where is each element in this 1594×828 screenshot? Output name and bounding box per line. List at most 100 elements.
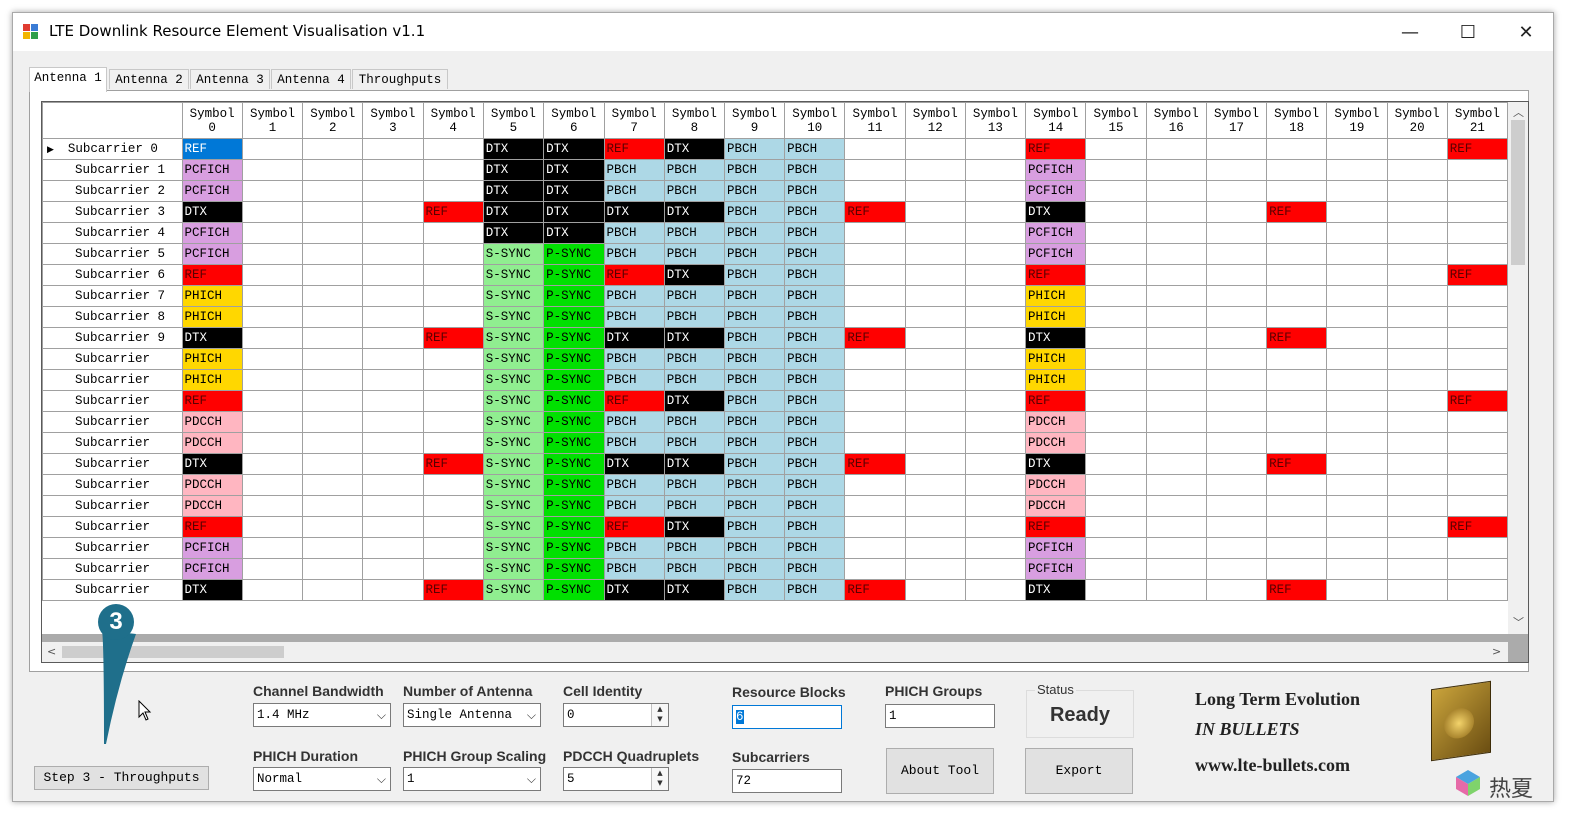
resource-element-cell[interactable]: PBCH — [663, 558, 725, 580]
resource-element-cell[interactable]: PBCH — [723, 474, 786, 496]
resource-element-cell[interactable]: DTX — [543, 201, 605, 223]
resource-element-cell[interactable]: PBCH — [784, 558, 846, 580]
resource-element-cell[interactable]: PBCH — [663, 495, 725, 517]
resource-element-cell[interactable] — [964, 264, 1027, 286]
resource-element-cell[interactable] — [1085, 369, 1147, 391]
resource-element-cell[interactable] — [844, 159, 906, 181]
resource-element-cell[interactable] — [1266, 390, 1328, 412]
resource-element-cell[interactable] — [1085, 390, 1147, 412]
resource-element-cell[interactable]: DTX — [1025, 579, 1087, 601]
resource-element-cell[interactable] — [1326, 432, 1388, 454]
resource-element-cell[interactable]: PDCCH — [181, 474, 243, 496]
resource-element-cell[interactable] — [1205, 285, 1268, 307]
resource-element-cell[interactable] — [1326, 411, 1388, 433]
resource-element-cell[interactable]: REF — [181, 390, 243, 412]
symbol-column-header[interactable]: Symbol 16 — [1145, 102, 1207, 139]
resource-element-cell[interactable] — [1446, 327, 1508, 349]
resource-element-cell[interactable]: DTX — [663, 327, 725, 349]
resource-element-cell[interactable] — [1326, 348, 1388, 370]
resource-element-cell[interactable]: P-SYNC — [543, 411, 605, 433]
resource-element-cell[interactable] — [422, 285, 484, 307]
resource-element-cell[interactable] — [1266, 516, 1328, 538]
resource-element-cell[interactable] — [904, 138, 966, 160]
symbol-column-header[interactable]: Symbol 3 — [362, 102, 424, 139]
subcarrier-row-header[interactable]: Subcarrier 2 — [42, 180, 183, 202]
resource-element-cell[interactable] — [904, 495, 966, 517]
resource-element-cell[interactable] — [1266, 411, 1328, 433]
resource-element-cell[interactable]: DTX — [543, 222, 605, 244]
resource-element-cell[interactable]: PBCH — [663, 159, 725, 181]
resource-element-cell[interactable] — [362, 558, 424, 580]
resource-element-cell[interactable]: DTX — [543, 180, 605, 202]
resource-element-cell[interactable] — [1386, 306, 1448, 328]
resource-element-cell[interactable] — [241, 306, 304, 328]
symbol-column-header[interactable]: Symbol 6 — [543, 102, 605, 139]
spinner-arrows-icon[interactable]: ▲ ▼ — [651, 704, 668, 726]
resource-element-cell[interactable] — [241, 390, 304, 412]
resource-element-cell[interactable]: P-SYNC — [543, 579, 605, 601]
resource-element-cell[interactable] — [1266, 474, 1328, 496]
resource-element-cell[interactable]: REF — [1025, 516, 1087, 538]
resource-element-cell[interactable] — [1085, 453, 1147, 475]
symbol-column-header[interactable]: Symbol 15 — [1085, 102, 1147, 139]
subcarrier-row-header[interactable]: Subcarrier 6 — [42, 264, 183, 286]
resource-element-cell[interactable]: REF — [422, 579, 484, 601]
resource-element-cell[interactable] — [241, 432, 304, 454]
resource-element-cell[interactable] — [1205, 243, 1268, 265]
resource-element-cell[interactable] — [422, 369, 484, 391]
resource-element-cell[interactable] — [302, 138, 364, 160]
resource-element-cell[interactable] — [362, 327, 424, 349]
resource-element-cell[interactable]: REF — [181, 138, 243, 160]
table-row[interactable]: Subcarrier REF S-SYNC P-SYNC REF DTX PBCH PBCH R… — [42, 516, 1508, 538]
resource-element-cell[interactable] — [1205, 474, 1268, 496]
resource-element-cell[interactable] — [1446, 159, 1508, 181]
resource-element-cell[interactable]: DTX — [603, 453, 665, 475]
resource-element-cell[interactable]: DTX — [603, 579, 665, 601]
resource-element-cell[interactable] — [1085, 516, 1147, 538]
resource-element-cell[interactable] — [1145, 558, 1207, 580]
resource-element-cell[interactable] — [422, 474, 484, 496]
resource-element-cell[interactable] — [1145, 306, 1207, 328]
resource-element-cell[interactable] — [1145, 222, 1207, 244]
resource-element-cell[interactable] — [1145, 201, 1207, 223]
resource-element-cell[interactable]: PCFICH — [181, 537, 243, 559]
resource-element-cell[interactable] — [1386, 495, 1448, 517]
resource-element-cell[interactable]: REF — [844, 201, 906, 223]
resource-element-cell[interactable] — [362, 537, 424, 559]
resource-element-cell[interactable] — [1386, 222, 1448, 244]
resource-element-cell[interactable] — [241, 180, 304, 202]
subcarrier-row-header[interactable]: Subcarrier 7 — [42, 285, 183, 307]
resource-element-cell[interactable] — [241, 453, 304, 475]
resource-element-cell[interactable] — [1145, 138, 1207, 160]
resource-element-cell[interactable]: P-SYNC — [543, 432, 605, 454]
resource-blocks-field[interactable]: 6 — [732, 705, 842, 729]
resource-element-cell[interactable]: PBCH — [603, 306, 665, 328]
resource-element-cell[interactable] — [964, 348, 1027, 370]
resource-element-cell[interactable]: REF — [1025, 264, 1087, 286]
resource-element-cell[interactable] — [241, 516, 304, 538]
resource-element-cell[interactable]: PBCH — [663, 432, 725, 454]
resource-element-cell[interactable] — [964, 180, 1027, 202]
resource-element-cell[interactable]: PBCH — [603, 243, 665, 265]
resource-element-cell[interactable]: PBCH — [663, 474, 725, 496]
resource-element-cell[interactable] — [302, 243, 364, 265]
resource-element-cell[interactable] — [904, 264, 966, 286]
resource-element-cell[interactable] — [964, 474, 1027, 496]
resource-element-cell[interactable] — [302, 348, 364, 370]
resource-element-cell[interactable]: PCFICH — [181, 180, 243, 202]
table-row[interactable]: Subcarrier 5 PCFICH S-SYNC P-SYNC PBCH PBCH PB… — [42, 243, 1508, 265]
subcarrier-row-header[interactable]: Subcarrier — [42, 537, 183, 559]
resource-element-cell[interactable] — [1446, 558, 1508, 580]
subcarrier-row-header[interactable]: Subcarrier — [42, 558, 183, 580]
resource-element-cell[interactable] — [1326, 474, 1388, 496]
resource-element-cell[interactable] — [362, 159, 424, 181]
resource-element-cell[interactable] — [362, 474, 424, 496]
resource-element-cell[interactable] — [844, 222, 906, 244]
table-row[interactable]: Subcarrier 7 PHICH S-SYNC P-SYNC PBCH PBCH PBC… — [42, 285, 1508, 307]
resource-element-cell[interactable]: S-SYNC — [482, 306, 545, 328]
resource-element-cell[interactable] — [362, 306, 424, 328]
resource-element-cell[interactable]: S-SYNC — [482, 495, 545, 517]
resource-element-cell[interactable]: REF — [844, 579, 906, 601]
resource-element-cell[interactable]: PBCH — [603, 537, 665, 559]
symbol-column-header[interactable]: Symbol 11 — [844, 102, 906, 139]
